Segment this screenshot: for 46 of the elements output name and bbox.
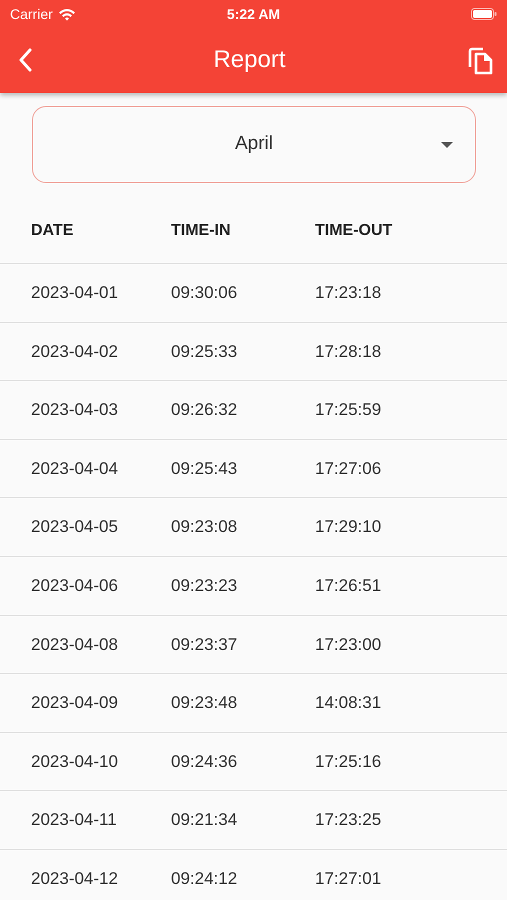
copy-button[interactable] bbox=[466, 46, 493, 74]
table-cell-text: 17:27:06 bbox=[315, 458, 382, 480]
table-cell-text: 17:25:59 bbox=[315, 399, 382, 422]
table-cell-text: 2023-04-08 bbox=[30, 634, 119, 656]
table-cell-text: 2023-04-01 bbox=[30, 282, 119, 304]
table-cell-text: 09:25:33 bbox=[171, 340, 238, 363]
table-cell-text: 2023-04-03 bbox=[30, 399, 119, 422]
table-cell-text: 09:21:34 bbox=[171, 809, 238, 832]
table-cell-text: 2023-04-09 bbox=[30, 692, 119, 714]
table-cell-text: 2023-04-10 bbox=[30, 750, 119, 773]
table-cell-text: 17:28:18 bbox=[315, 340, 382, 363]
table-cell-text: 14:08:31 bbox=[315, 692, 382, 714]
table-cell-text: 09:26:32 bbox=[171, 399, 238, 422]
table-cell-text: 17:23:18 bbox=[315, 282, 382, 304]
table-cell-text: 09:23:48 bbox=[171, 692, 238, 714]
carrier-label: Carrier bbox=[10, 4, 53, 24]
table-cell-text: 17:23:25 bbox=[315, 809, 382, 832]
table-cell-text: 09:24:36 bbox=[171, 750, 238, 773]
status-time: 5:22 AM bbox=[226, 4, 280, 24]
table-cell-text: 2023-04-12 bbox=[30, 868, 119, 890]
back-button[interactable] bbox=[18, 48, 32, 73]
table-cell-text: 2023-04-04 bbox=[30, 458, 119, 480]
table-cell-text: 09:24:12 bbox=[171, 868, 238, 890]
table-cell-text: 17:27:01 bbox=[315, 868, 382, 890]
table-cell-text: 17:26:51 bbox=[315, 575, 382, 598]
month-value: April bbox=[234, 132, 273, 156]
table-cell-text: 17:23:00 bbox=[315, 634, 382, 656]
table-cell-text: 17:25:16 bbox=[315, 750, 382, 773]
table-cell-text: 09:25:43 bbox=[171, 458, 238, 480]
table-cell-text: 09:23:37 bbox=[171, 634, 238, 656]
table-cell-text: 09:23:08 bbox=[171, 516, 238, 538]
column-header: TIME-OUT bbox=[315, 221, 394, 241]
table-cell-text: 09:30:06 bbox=[171, 282, 238, 304]
page-title: Report bbox=[213, 46, 286, 75]
wifi-icon bbox=[58, 8, 76, 20]
table-cell-text: 2023-04-05 bbox=[30, 516, 119, 538]
table-cell-text: 2023-04-11 bbox=[30, 809, 118, 832]
column-header: TIME-IN bbox=[171, 221, 232, 241]
table-cell-text: 2023-04-02 bbox=[30, 340, 119, 363]
column-header: DATE bbox=[30, 221, 74, 241]
table-cell-text: 09:23:23 bbox=[171, 575, 238, 598]
table-cell-text: 2023-04-06 bbox=[30, 575, 119, 598]
table-cell-text: 17:29:10 bbox=[315, 516, 382, 538]
caret-icon bbox=[441, 142, 453, 148]
month-dropdown[interactable]: April bbox=[32, 106, 476, 183]
battery-icon bbox=[471, 8, 498, 20]
